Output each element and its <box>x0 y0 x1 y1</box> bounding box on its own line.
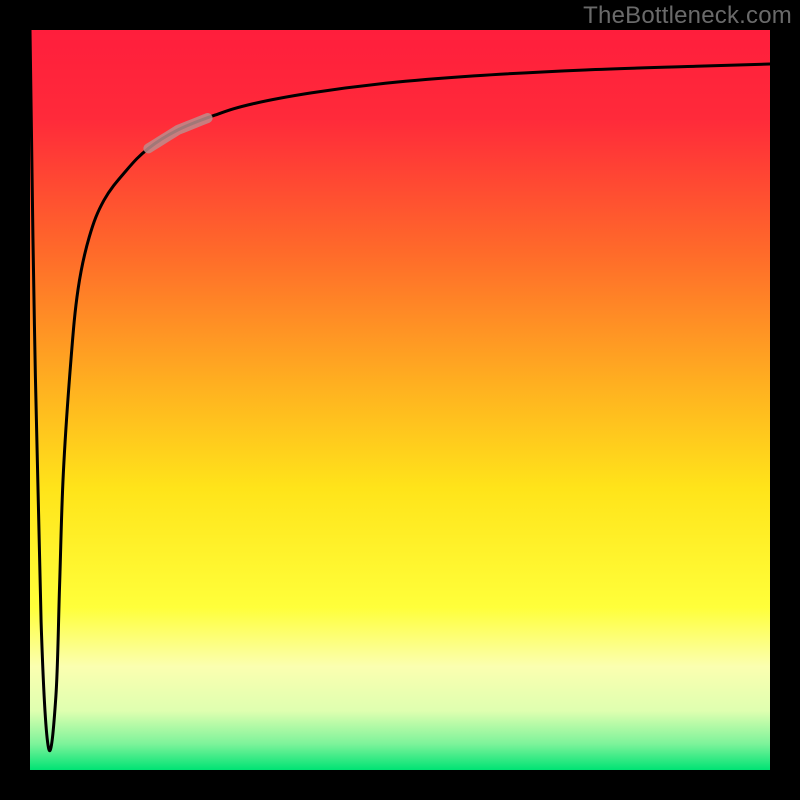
chart-frame: TheBottleneck.com <box>0 0 800 800</box>
gradient-background <box>30 30 770 770</box>
watermark-text: TheBottleneck.com <box>583 2 792 30</box>
plot-area <box>30 30 770 770</box>
chart-svg <box>30 30 770 770</box>
